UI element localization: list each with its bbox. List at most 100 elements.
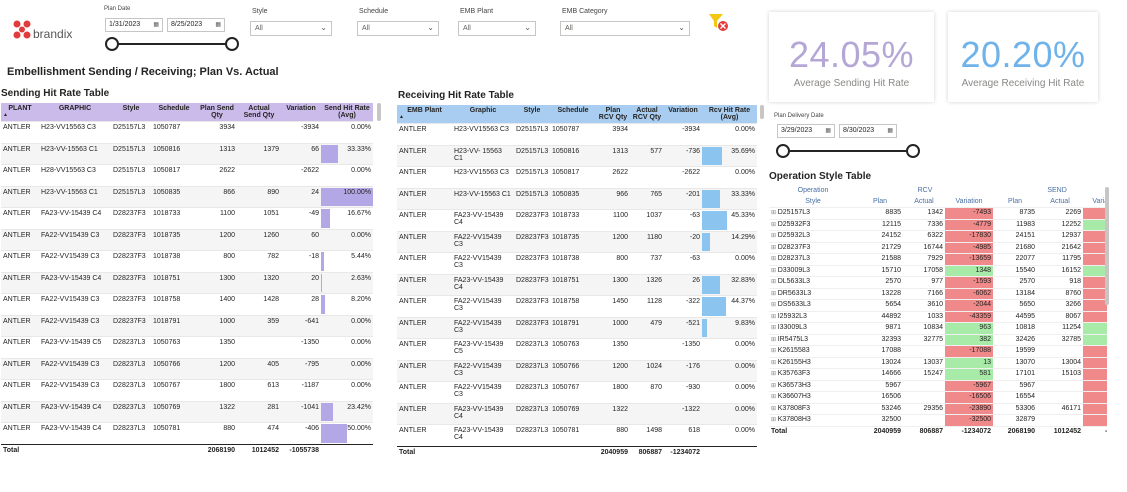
operation-table-row[interactable]: ⊞ K36607H316506 -1650616554 -1 [769, 391, 1107, 403]
recv-table-row[interactable]: ANTLER FA23-VV-15439 C5 D28237L3 1050763 135… [397, 338, 757, 360]
send-table-row[interactable]: ANTLER FA22-VV15439 C3 D28237F3 1018791 1000… [1, 314, 373, 337]
recv-table-row[interactable]: ANTLER H23-VV- 15563 C1 D25157L3 1050816 131… [397, 144, 757, 167]
operation-col-header[interactable]: Actual [1037, 196, 1084, 208]
delivery-date-slider-start-handle[interactable] [776, 144, 790, 158]
operation-col-header[interactable]: Plan [993, 196, 1038, 208]
recv-table-row[interactable]: ANTLER FA22-VV15439 C3 D28237F3 1018791 1000… [397, 316, 757, 339]
send-col-header[interactable]: GRAPHIC [39, 103, 111, 122]
style-dropdown[interactable]: All ⌄ [250, 21, 332, 36]
emb-plant-dropdown[interactable]: All ⌄ [458, 21, 536, 36]
recv-table-row[interactable]: ANTLER FA23-VV-15439 C4 D28237F3 1018751 130… [397, 273, 757, 296]
operation-table-row[interactable]: ⊞ K261558317088 -1708819599 -1 [769, 345, 1107, 357]
calendar-icon[interactable]: ▦ [887, 127, 893, 134]
delivery-date-start-input[interactable]: 3/29/2023 ▦ [777, 124, 835, 138]
expand-row-icon[interactable]: ⊞ [771, 383, 778, 389]
operation-col-header[interactable]: Variati [1083, 196, 1107, 208]
operation-col-header[interactable]: Style [769, 196, 857, 208]
sort-ascending-icon[interactable]: ▲ [399, 114, 450, 120]
plan-date-slider-start-handle[interactable] [105, 37, 119, 51]
send-table-row[interactable]: ANTLER FA23-VV-15439 C4 D28237L3 1050781 880… [1, 422, 373, 444]
receiving-table-scrollbar[interactable] [760, 105, 764, 119]
operation-table-scrollbar[interactable] [1105, 187, 1109, 305]
recv-col-header[interactable]: Variation [664, 105, 702, 124]
operation-col-header[interactable]: Actual [903, 196, 945, 208]
plan-date-start-input[interactable]: 1/31/2023 ▦ [105, 18, 163, 32]
operation-table-row[interactable]: ⊞ K37808F35324629356-238905330646171- [769, 402, 1107, 415]
expand-row-icon[interactable]: ⊞ [771, 417, 778, 423]
send-col-header[interactable]: Plan Send Qty [197, 103, 237, 122]
sending-table-scrollbar[interactable] [377, 103, 381, 121]
recv-col-header[interactable]: EMB Plant ▲ [397, 105, 452, 124]
calendar-icon[interactable]: ▦ [153, 21, 159, 28]
send-table-row[interactable]: ANTLER FA22-VV15439 C3 D28237F3 1018735 1200… [1, 228, 373, 251]
operation-table-row[interactable]: ⊞ DS5633L3 5654 3610 -2044 5650 3266 [769, 299, 1107, 311]
recv-col-header[interactable]: Plan RCV Qty [596, 105, 630, 124]
recv-table-row[interactable]: ANTLER FA22-VV15439 C3 D28237L3 1050766 1200… [397, 359, 757, 382]
calendar-icon[interactable]: ▦ [825, 127, 831, 134]
recv-table-row[interactable]: ANTLER H23-VV15563 C3 D25157L3 1050787 3934 -… [397, 123, 757, 145]
expand-row-icon[interactable]: ⊞ [771, 291, 778, 297]
expand-row-icon[interactable]: ⊞ [771, 314, 778, 320]
operation-table-row[interactable]: ⊞ K36573H3 5967 -5967 5967 [769, 379, 1107, 392]
delivery-date-slider-end-handle[interactable] [906, 144, 920, 158]
recv-col-header[interactable]: Graphic [452, 105, 514, 124]
send-table-row[interactable]: ANTLER H23-VV-15563 C1 D25157L3 1050816 1313… [1, 142, 373, 165]
recv-table-row[interactable]: ANTLER FA22-VV15439 C3 D28237F3 1018758 1450… [397, 295, 757, 317]
operation-table-row[interactable]: ⊞ K35763F314666152475811710115103- [769, 368, 1107, 380]
send-table-row[interactable]: ANTLER FA23-VV-15439 C4 D28237F3 1018751 130… [1, 271, 373, 294]
plan-date-end-input[interactable]: 8/25/2023 ▦ [167, 18, 225, 32]
recv-table-row[interactable]: ANTLER H23-VV15563 C3 D25157L3 1050817 2622 -… [397, 166, 757, 188]
expand-row-icon[interactable]: ⊞ [771, 337, 778, 343]
recv-table-row[interactable]: ANTLER FA22-VV15439 C3 D28237L3 1050767 1800… [397, 381, 757, 403]
expand-row-icon[interactable]: ⊞ [771, 325, 778, 331]
recv-table-row[interactable]: ANTLER FA22-VV15439 C3 D28237F3 1018738 800 7… [397, 252, 757, 274]
send-table-row[interactable]: ANTLER FA23-VV-15439 C4 D28237F3 1018733 110… [1, 207, 373, 229]
delivery-date-end-input[interactable]: 8/30/2023 ▦ [839, 124, 897, 138]
operation-table-row[interactable]: ⊞ DL5633L3 2570 977 -1593 2570 918 [769, 276, 1107, 288]
recv-col-header[interactable]: Schedule [550, 105, 596, 124]
send-col-header[interactable]: Actual Send Qty [237, 103, 281, 122]
recv-table-row[interactable]: ANTLER FA23-VV-15439 C4 D28237L3 1050781 880… [397, 424, 757, 446]
recv-table-row[interactable]: ANTLER FA23-VV-15439 C4 D28237L3 1050769 132… [397, 402, 757, 425]
expand-row-icon[interactable]: ⊞ [771, 233, 778, 239]
send-table-row[interactable]: ANTLER FA22-VV15439 C3 D28237F3 1018738 800 7… [1, 250, 373, 272]
send-col-header[interactable]: Send Hit Rate (Avg) [321, 103, 373, 122]
expand-row-icon[interactable]: ⊞ [771, 268, 778, 274]
delivery-date-slider-track[interactable] [783, 150, 913, 152]
recv-col-header[interactable]: Actual RCV Qty [630, 105, 664, 124]
recv-table-row[interactable]: ANTLER FA23-VV-15439 C4 D28237F3 1018733 110… [397, 209, 757, 231]
operation-table-row[interactable]: ⊞ I25932L3448921033-43359445958067-3 [769, 310, 1107, 323]
schedule-dropdown[interactable]: All ⌄ [357, 21, 439, 36]
expand-row-icon[interactable]: ⊞ [771, 394, 778, 400]
recv-col-header[interactable]: Rcv Hit Rate (Avg) [702, 105, 757, 124]
send-table-row[interactable]: ANTLER FA22-VV15439 C3 D28237L3 1050767 1800… [1, 379, 373, 401]
operation-table-row[interactable]: ⊞ D25932L3241526322-178302415112937-1 [769, 230, 1107, 242]
operation-table-row[interactable]: ⊞ DR5633L3 13228 7166 -6062 13184 8760 [769, 287, 1107, 300]
operation-table-row[interactable]: ⊞ K26155H3 13024 13037 13 13070 13004 [769, 356, 1107, 369]
send-col-header[interactable]: Variation [281, 103, 321, 122]
send-col-header[interactable]: Style [111, 103, 151, 122]
operation-table-row[interactable]: ⊞ I33009L3 9871 10834 963 10818 11254 [769, 322, 1107, 334]
expand-row-icon[interactable]: ⊞ [771, 348, 778, 354]
send-table-row[interactable]: ANTLER FA22-VV15439 C3 D28237L3 1050766 1200… [1, 357, 373, 380]
expand-row-icon[interactable]: ⊞ [771, 210, 778, 216]
expand-row-icon[interactable]: ⊞ [771, 279, 778, 285]
expand-row-icon[interactable]: ⊞ [771, 256, 778, 262]
send-col-header[interactable]: Schedule [151, 103, 197, 122]
send-table-row[interactable]: ANTLER FA23-VV-15439 C5 D28237L3 1050763 135… [1, 336, 373, 358]
operation-table-row[interactable]: ⊞ IR5475L3 32393 32775 382 32426 32785 [769, 333, 1107, 346]
expand-row-icon[interactable]: ⊞ [771, 406, 778, 412]
operation-table-row[interactable]: ⊞ D28237L3215887929-136592207711795-1 [769, 253, 1107, 265]
operation-col-header[interactable]: Variation [945, 196, 994, 208]
operation-col-header[interactable]: Plan [857, 196, 903, 208]
send-table-row[interactable]: ANTLER H23-VV-15563 C1 D25157L3 1050835 866 8… [1, 185, 373, 208]
recv-table-row[interactable]: ANTLER FA22-VV15439 C3 D28237F3 1018735 1200… [397, 230, 757, 253]
plan-date-slider-end-handle[interactable] [225, 37, 239, 51]
operation-table-row[interactable]: ⊞ D33009L3 15710 17058 1348 15540 16152 [769, 264, 1107, 277]
clear-filter-icon[interactable] [707, 11, 729, 33]
send-table-row[interactable]: ANTLER FA22-VV15439 C3 D28237F3 1018758 1400… [1, 293, 373, 315]
send-table-row[interactable]: ANTLER H23-VV15563 C3 D25157L3 1050787 3934 -… [1, 121, 373, 143]
send-table-row[interactable]: ANTLER FA23-VV-15439 C4 D28237L3 1050769 132… [1, 400, 373, 423]
operation-table-row[interactable]: ⊞ K37808H332500 -3250032879 -3 [769, 414, 1107, 426]
send-col-header[interactable]: PLANT ▲ [1, 103, 39, 122]
